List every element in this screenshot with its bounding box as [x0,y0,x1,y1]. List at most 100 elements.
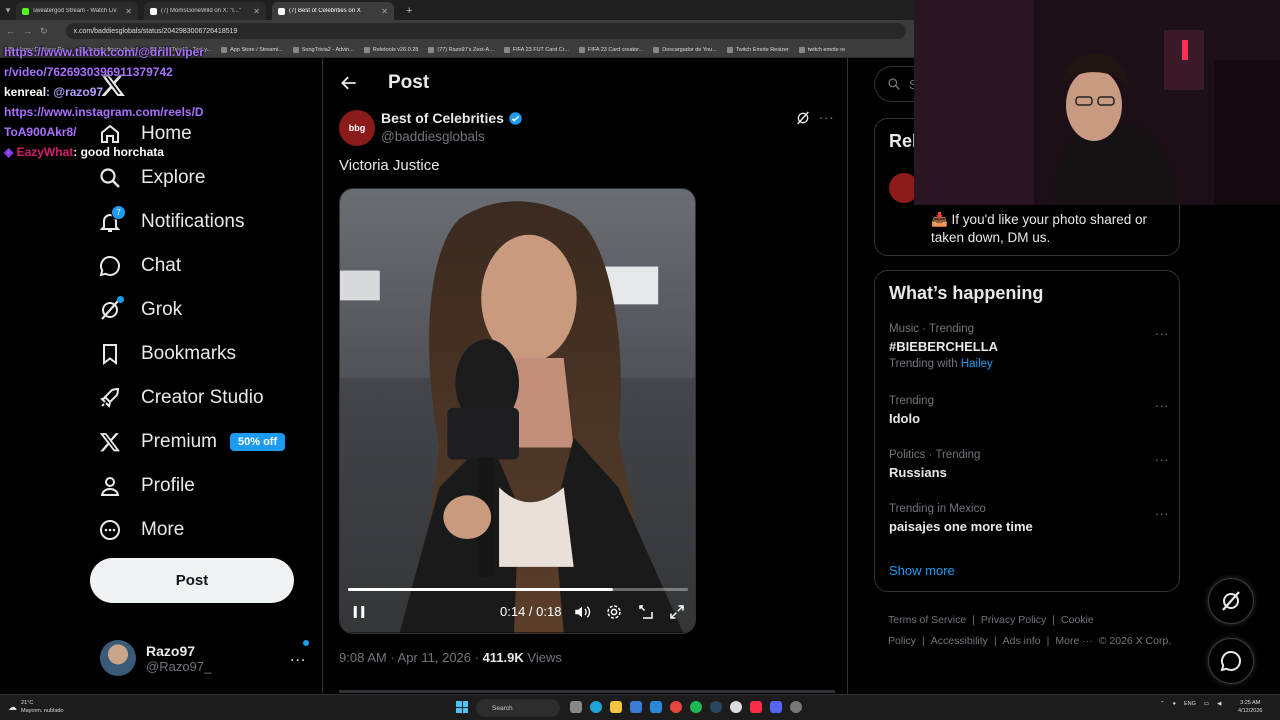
weather-widget[interactable]: ☁ 21°C Mayorm. nublado [8,699,64,715]
account-switcher[interactable]: Razo97 @Razo97_ ... [100,638,310,678]
volume-icon[interactable]: ◀ [1217,701,1221,707]
nav-bookmarks[interactable]: Bookmarks [96,334,236,374]
browser-tab-1[interactable]: sweatergod Stream - Watch Liv ✕ [16,2,138,20]
browser-tab-3[interactable]: (7) Best of Celebrities on X ✕ [272,2,394,20]
author-avatar[interactable]: bbg [339,110,375,146]
bookmark-label: FIFA 23 Card creator... [587,46,644,53]
store-icon[interactable] [630,701,642,713]
avatar-text: bbg [348,123,366,133]
nav-chat[interactable]: Chat [96,246,181,286]
video-player[interactable]: 0:14 / 0:18 [339,188,696,634]
grok-icon[interactable] [795,110,811,126]
chrome-icon[interactable] [670,701,682,713]
reload-icon[interactable]: ↻ [40,26,48,37]
post-author: bbg Best of Celebrities @baddiesglobals … [339,106,839,150]
url-input[interactable]: x.com/baddiesglobals/status/204298300672… [65,23,906,39]
bookmark-item[interactable]: FIFA 23 FUT Card Cr... [503,46,569,53]
trend-more-icon[interactable]: ... [1155,323,1169,338]
app-icon[interactable] [790,701,802,713]
happening-title: What’s happening [889,283,1044,303]
trend-with-link[interactable]: Hailey [961,358,993,370]
browser-tab-2[interactable]: (7) MomsGoneWild on X: "I..." ✕ [144,2,266,20]
obs-icon[interactable] [730,701,742,713]
author-name[interactable]: Best of Celebrities [381,110,523,126]
post-timestamp[interactable]: 9:08 AM · Apr 11, 2026 · [339,650,483,665]
edge-icon[interactable] [590,701,602,713]
bookmark-item[interactable]: FIFA 23 Card creator... [578,46,644,53]
footer-link[interactable]: More ··· [1055,635,1092,647]
post-more-icon[interactable]: ... [819,106,835,123]
forward-icon[interactable]: → [23,26,32,36]
close-icon[interactable]: ✕ [381,7,388,16]
back-arrow-icon[interactable] [339,73,359,93]
trend-item[interactable]: Trending in Mexico paisajes one more tim… [889,503,1169,534]
trend-item[interactable]: Trending Idolo ... [889,395,1169,426]
clock[interactable]: 3:25 AM 4/12/2026 [1238,699,1262,715]
taskbar-apps [570,701,802,713]
spotify-icon[interactable] [690,701,702,713]
bookmark-item[interactable]: Twitch Emote Resizer [726,46,789,53]
bookmark-item[interactable]: twitch emote re [798,46,845,53]
nav-more[interactable]: More [96,510,184,550]
footer-link[interactable]: Terms of Service [888,614,966,626]
close-icon[interactable]: ✕ [253,7,260,16]
volume-icon[interactable] [573,603,591,621]
discord-icon[interactable] [770,701,782,713]
pause-icon[interactable] [350,603,368,621]
nav-explore[interactable]: Explore [96,158,205,198]
back-icon[interactable]: ← [6,26,15,36]
trend-name: Idolo [889,411,921,426]
trend-more-icon[interactable]: ... [1155,449,1169,464]
picture-in-picture-icon[interactable] [637,603,655,621]
mic-icon[interactable]: ● [1173,701,1176,707]
video-progress-track[interactable] [348,588,688,591]
tab-list-icon[interactable]: ▾ [0,0,16,20]
task-view-icon[interactable] [570,701,582,713]
language-indicator[interactable]: ENG [1184,701,1196,707]
windows-start-icon[interactable] [456,701,468,713]
verified-badge-icon [509,111,522,125]
author-handle[interactable]: @baddiesglobals [381,129,485,144]
trend-meta: Trending in Mexico [889,503,986,515]
settings-gear-icon[interactable] [605,603,623,621]
new-tab-button[interactable]: + [400,2,418,20]
more-icon[interactable]: ... [290,648,306,666]
network-icon[interactable]: ▭ [1204,701,1209,707]
taskbar-search[interactable]: Search [476,699,560,717]
post-button[interactable]: Post [90,558,294,603]
footer-link[interactable]: Ads info [1003,635,1041,647]
trend-item[interactable]: Politics · Trending Russians ... [889,449,1169,480]
footer-link[interactable]: Privacy Policy [981,614,1046,626]
music-icon[interactable] [750,701,762,713]
trend-name: paisajes one more time [889,519,1033,534]
bookmark-item[interactable]: (77) Razo97's Zest-A... [428,46,494,53]
steam-icon[interactable] [710,701,722,713]
bookmark-item[interactable]: Reletools v26.0.28 [363,46,418,53]
rocket-icon [96,384,124,412]
chat-fab-button[interactable] [1208,638,1254,684]
trend-item[interactable]: Music · Trending #BIEBERCHELLA Trending … [889,323,1169,370]
nav-label: Premium [141,431,218,452]
nav-profile[interactable]: Profile [96,466,195,506]
trend-more-icon[interactable]: ... [1155,503,1169,518]
file-explorer-icon[interactable] [610,701,622,713]
footer-link[interactable]: © 2026 X Corp. [1099,635,1172,647]
bookmark-item[interactable]: Descargador de You... [653,46,717,53]
trend-more-icon[interactable]: ... [1155,395,1169,410]
close-icon[interactable]: ✕ [125,7,132,16]
bookmark-favicon-icon [221,46,228,53]
nav-notifications[interactable]: 7 Notifications [96,202,245,242]
mail-icon[interactable] [650,701,662,713]
show-more-link[interactable]: Show more [889,563,955,578]
nav-creator-studio[interactable]: Creator Studio [96,378,264,418]
bookmark-item[interactable]: App Store / Streami... [221,46,283,53]
footer-link[interactable]: Accessibility [931,635,988,647]
bookmark-item[interactable]: SongTrivia2 - Advin... [292,46,354,53]
nav-grok[interactable]: Grok [96,290,182,330]
chevron-up-icon[interactable]: ⌃ [1160,701,1165,707]
grok-fab-button[interactable] [1208,578,1254,624]
fullscreen-icon[interactable] [668,603,686,621]
tab-title: (7) Best of Celebrities on X [289,8,361,14]
nav-premium[interactable]: Premium 50% off [96,422,286,462]
kick-favicon [22,7,29,15]
